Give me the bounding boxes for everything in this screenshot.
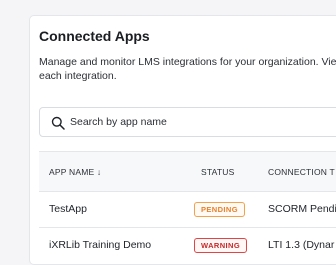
status-badge: WARNING [194,238,248,253]
search-placeholder: Search by app name [70,116,167,128]
search-icon [51,116,65,130]
table-row[interactable]: iXRLib Training Demo WARNING LTI 1.3 (Dy… [39,228,336,264]
connected-apps-panel: Connected Apps Manage and monitor LMS in… [29,15,336,265]
table-row[interactable]: TestApp PENDING SCORM Pendi [39,192,336,228]
app-name-cell: iXRLib Training Demo [49,239,152,251]
status-badge: PENDING [194,202,245,217]
connection-type-cell: LTI 1.3 (Dynar [268,239,335,251]
page-description: Manage and monitor LMS integrations for … [39,56,336,82]
app-name-cell: TestApp [49,203,87,215]
column-header-status: STATUS [201,167,235,177]
column-header-app-name[interactable]: APP NAME ↓ [49,167,101,177]
page-title: Connected Apps [39,28,150,44]
table-header: APP NAME ↓ STATUS CONNECTION T [39,152,336,192]
column-header-connection-type: CONNECTION T [268,167,335,177]
search-input[interactable]: Search by app name [39,107,336,137]
apps-table: APP NAME ↓ STATUS CONNECTION T TestApp P… [39,151,336,264]
connection-type-cell: SCORM Pendi [268,203,336,215]
